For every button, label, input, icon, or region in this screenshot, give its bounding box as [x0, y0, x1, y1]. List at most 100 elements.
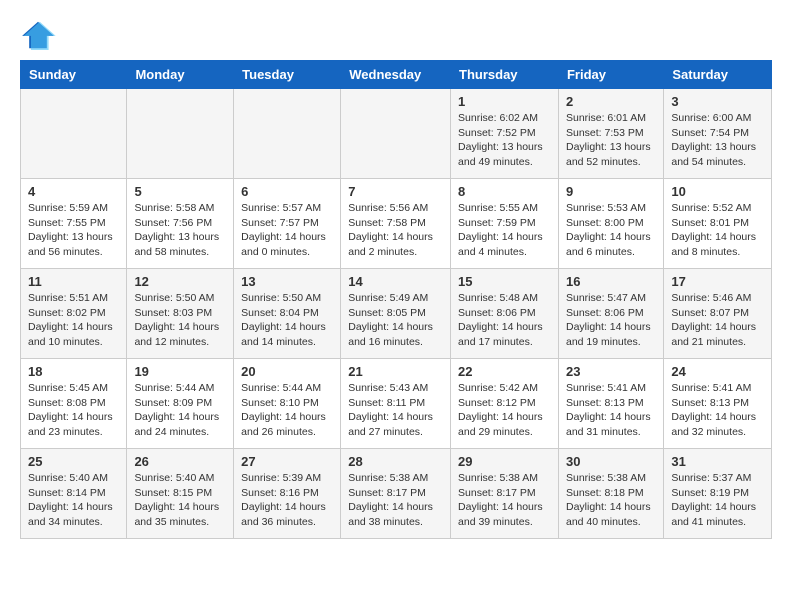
day-info: Sunrise: 5:58 AM Sunset: 7:56 PM Dayligh… [134, 201, 226, 260]
day-number: 12 [134, 274, 226, 289]
day-number: 18 [28, 364, 119, 379]
day-number: 9 [566, 184, 656, 199]
day-header-friday: Friday [558, 61, 663, 89]
day-info: Sunrise: 6:00 AM Sunset: 7:54 PM Dayligh… [671, 111, 764, 170]
calendar-cell: 26 Sunrise: 5:40 AM Sunset: 8:15 PM Dayli… [127, 449, 234, 539]
day-info: Sunrise: 5:37 AM Sunset: 8:19 PM Dayligh… [671, 471, 764, 530]
day-info: Sunrise: 5:40 AM Sunset: 8:15 PM Dayligh… [134, 471, 226, 530]
calendar-cell: 20 Sunrise: 5:44 AM Sunset: 8:10 PM Dayli… [234, 359, 341, 449]
calendar-cell: 2 Sunrise: 6:01 AM Sunset: 7:53 PM Daylig… [558, 89, 663, 179]
day-number: 26 [134, 454, 226, 469]
calendar-cell: 27 Sunrise: 5:39 AM Sunset: 8:16 PM Dayli… [234, 449, 341, 539]
day-header-wednesday: Wednesday [341, 61, 451, 89]
day-info: Sunrise: 5:56 AM Sunset: 7:58 PM Dayligh… [348, 201, 443, 260]
day-number: 17 [671, 274, 764, 289]
calendar-week-row: 18 Sunrise: 5:45 AM Sunset: 8:08 PM Dayli… [21, 359, 772, 449]
day-info: Sunrise: 5:43 AM Sunset: 8:11 PM Dayligh… [348, 381, 443, 440]
day-info: Sunrise: 5:52 AM Sunset: 8:01 PM Dayligh… [671, 201, 764, 260]
day-number: 24 [671, 364, 764, 379]
calendar-cell [127, 89, 234, 179]
calendar-week-row: 11 Sunrise: 5:51 AM Sunset: 8:02 PM Dayli… [21, 269, 772, 359]
day-info: Sunrise: 5:38 AM Sunset: 8:17 PM Dayligh… [458, 471, 551, 530]
calendar-cell: 19 Sunrise: 5:44 AM Sunset: 8:09 PM Dayli… [127, 359, 234, 449]
day-info: Sunrise: 5:41 AM Sunset: 8:13 PM Dayligh… [671, 381, 764, 440]
day-info: Sunrise: 6:01 AM Sunset: 7:53 PM Dayligh… [566, 111, 656, 170]
day-number: 1 [458, 94, 551, 109]
calendar-cell: 7 Sunrise: 5:56 AM Sunset: 7:58 PM Daylig… [341, 179, 451, 269]
calendar-cell: 12 Sunrise: 5:50 AM Sunset: 8:03 PM Dayli… [127, 269, 234, 359]
calendar-cell: 25 Sunrise: 5:40 AM Sunset: 8:14 PM Dayli… [21, 449, 127, 539]
day-info: Sunrise: 5:51 AM Sunset: 8:02 PM Dayligh… [28, 291, 119, 350]
calendar-cell: 17 Sunrise: 5:46 AM Sunset: 8:07 PM Dayli… [664, 269, 772, 359]
day-header-tuesday: Tuesday [234, 61, 341, 89]
day-info: Sunrise: 5:44 AM Sunset: 8:10 PM Dayligh… [241, 381, 333, 440]
calendar-cell: 31Sunrise: 5:37 AM Sunset: 8:19 PM Dayli… [664, 449, 772, 539]
calendar-cell: 16 Sunrise: 5:47 AM Sunset: 8:06 PM Dayli… [558, 269, 663, 359]
calendar-week-row: 1 Sunrise: 6:02 AM Sunset: 7:52 PM Daylig… [21, 89, 772, 179]
calendar-cell [234, 89, 341, 179]
day-number: 13 [241, 274, 333, 289]
day-info: Sunrise: 5:48 AM Sunset: 8:06 PM Dayligh… [458, 291, 551, 350]
day-number: 30 [566, 454, 656, 469]
day-number: 22 [458, 364, 551, 379]
calendar-cell: 24 Sunrise: 5:41 AM Sunset: 8:13 PM Dayli… [664, 359, 772, 449]
calendar-cell [21, 89, 127, 179]
day-info: Sunrise: 5:45 AM Sunset: 8:08 PM Dayligh… [28, 381, 119, 440]
day-number: 2 [566, 94, 656, 109]
day-number: 25 [28, 454, 119, 469]
calendar-cell: 3 Sunrise: 6:00 AM Sunset: 7:54 PM Daylig… [664, 89, 772, 179]
day-number: 28 [348, 454, 443, 469]
logo [20, 20, 62, 50]
calendar-cell: 1 Sunrise: 6:02 AM Sunset: 7:52 PM Daylig… [451, 89, 559, 179]
calendar-cell: 18 Sunrise: 5:45 AM Sunset: 8:08 PM Dayli… [21, 359, 127, 449]
day-info: Sunrise: 5:47 AM Sunset: 8:06 PM Dayligh… [566, 291, 656, 350]
calendar-header-row: SundayMondayTuesdayWednesdayThursdayFrid… [21, 61, 772, 89]
day-number: 3 [671, 94, 764, 109]
calendar-cell [341, 89, 451, 179]
day-number: 6 [241, 184, 333, 199]
day-number: 5 [134, 184, 226, 199]
calendar-table: SundayMondayTuesdayWednesdayThursdayFrid… [20, 60, 772, 539]
logo-icon [20, 20, 56, 50]
day-number: 4 [28, 184, 119, 199]
day-number: 11 [28, 274, 119, 289]
day-number: 20 [241, 364, 333, 379]
calendar-cell: 22 Sunrise: 5:42 AM Sunset: 8:12 PM Dayli… [451, 359, 559, 449]
calendar-week-row: 4 Sunrise: 5:59 AM Sunset: 7:55 PM Daylig… [21, 179, 772, 269]
day-info: Sunrise: 5:53 AM Sunset: 8:00 PM Dayligh… [566, 201, 656, 260]
calendar-cell: 13 Sunrise: 5:50 AM Sunset: 8:04 PM Dayli… [234, 269, 341, 359]
calendar-cell: 5 Sunrise: 5:58 AM Sunset: 7:56 PM Daylig… [127, 179, 234, 269]
day-header-sunday: Sunday [21, 61, 127, 89]
day-number: 19 [134, 364, 226, 379]
day-number: 23 [566, 364, 656, 379]
day-info: Sunrise: 5:50 AM Sunset: 8:04 PM Dayligh… [241, 291, 333, 350]
day-info: Sunrise: 5:40 AM Sunset: 8:14 PM Dayligh… [28, 471, 119, 530]
day-info: Sunrise: 5:49 AM Sunset: 8:05 PM Dayligh… [348, 291, 443, 350]
calendar-cell: 28Sunrise: 5:38 AM Sunset: 8:17 PM Dayli… [341, 449, 451, 539]
day-info: Sunrise: 5:59 AM Sunset: 7:55 PM Dayligh… [28, 201, 119, 260]
day-number: 7 [348, 184, 443, 199]
day-info: Sunrise: 5:39 AM Sunset: 8:16 PM Dayligh… [241, 471, 333, 530]
day-number: 10 [671, 184, 764, 199]
day-number: 27 [241, 454, 333, 469]
calendar-cell: 10 Sunrise: 5:52 AM Sunset: 8:01 PM Dayli… [664, 179, 772, 269]
day-number: 29 [458, 454, 551, 469]
day-info: Sunrise: 6:02 AM Sunset: 7:52 PM Dayligh… [458, 111, 551, 170]
calendar-cell: 29 Sunrise: 5:38 AM Sunset: 8:17 PM Dayli… [451, 449, 559, 539]
calendar-cell: 21 Sunrise: 5:43 AM Sunset: 8:11 PM Dayli… [341, 359, 451, 449]
day-info: Sunrise: 5:42 AM Sunset: 8:12 PM Dayligh… [458, 381, 551, 440]
day-info: Sunrise: 5:46 AM Sunset: 8:07 PM Dayligh… [671, 291, 764, 350]
calendar-cell: 9 Sunrise: 5:53 AM Sunset: 8:00 PM Daylig… [558, 179, 663, 269]
calendar-cell: 30Sunrise: 5:38 AM Sunset: 8:18 PM Dayli… [558, 449, 663, 539]
day-number: 8 [458, 184, 551, 199]
day-info: Sunrise: 5:44 AM Sunset: 8:09 PM Dayligh… [134, 381, 226, 440]
day-info: Sunrise: 5:55 AM Sunset: 7:59 PM Dayligh… [458, 201, 551, 260]
day-number: 21 [348, 364, 443, 379]
page-header [20, 20, 772, 50]
calendar-cell: 15Sunrise: 5:48 AM Sunset: 8:06 PM Dayli… [451, 269, 559, 359]
day-info: Sunrise: 5:41 AM Sunset: 8:13 PM Dayligh… [566, 381, 656, 440]
day-info: Sunrise: 5:50 AM Sunset: 8:03 PM Dayligh… [134, 291, 226, 350]
day-number: 16 [566, 274, 656, 289]
calendar-week-row: 25 Sunrise: 5:40 AM Sunset: 8:14 PM Dayli… [21, 449, 772, 539]
calendar-cell: 14Sunrise: 5:49 AM Sunset: 8:05 PM Dayli… [341, 269, 451, 359]
